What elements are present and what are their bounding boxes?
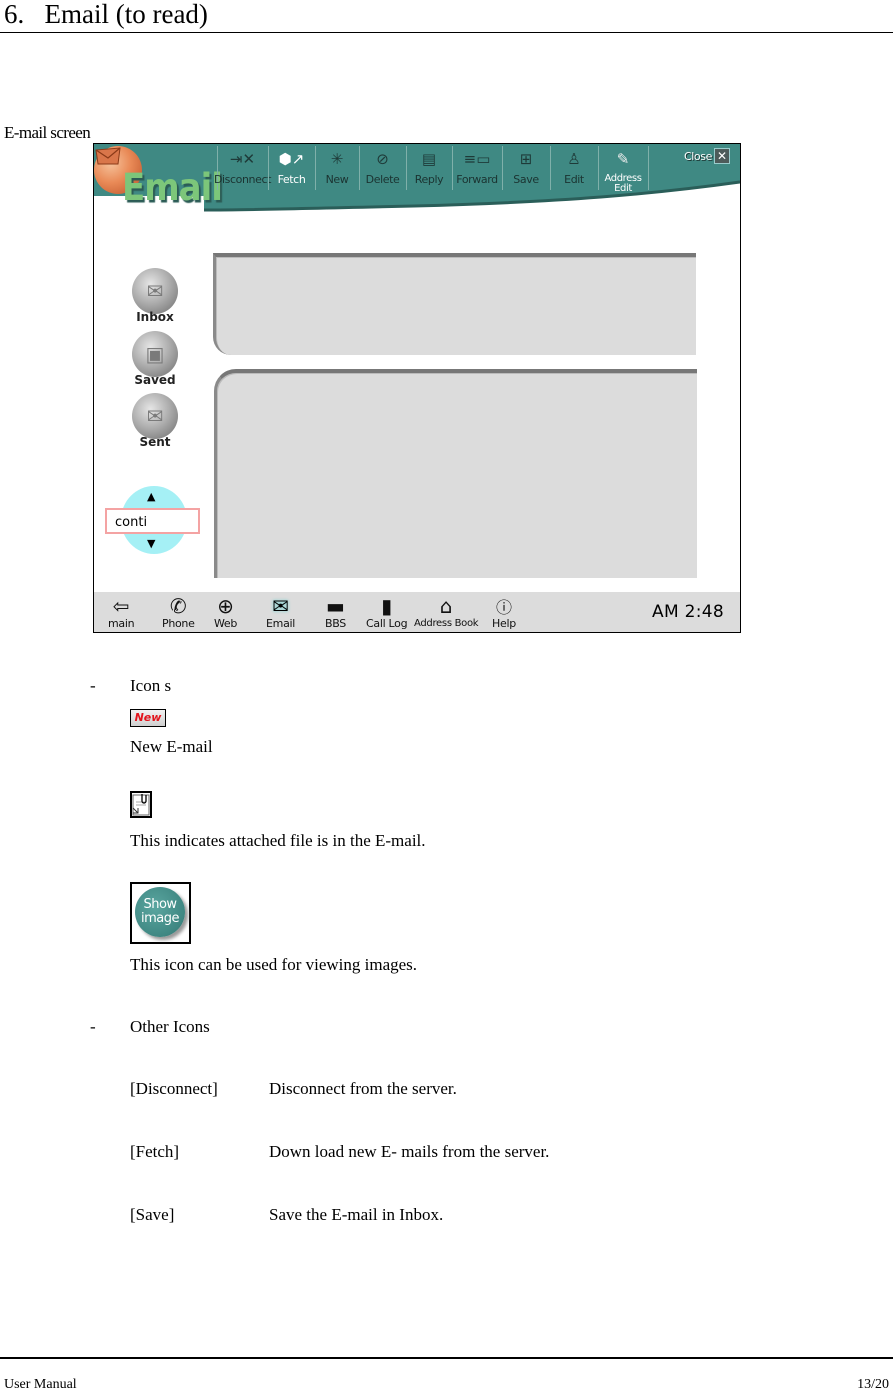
icon-name-disconnect: [Disconnect] — [130, 1079, 218, 1098]
nav-bbs-button[interactable]: ▬ BBS — [325, 594, 346, 630]
show-image-description: This icon can be used for viewing images… — [130, 955, 418, 974]
folder-sent-button[interactable]: ✉ Sent — [130, 393, 180, 449]
address-book-icon: ⌂ — [439, 594, 453, 618]
toolbar-forward-button[interactable]: ≡▭ Forward — [452, 144, 502, 194]
toolbar-reply-button[interactable]: ▤ Reply — [406, 144, 452, 194]
save-icon: ⊞ — [519, 150, 533, 168]
new-email-description: New E-mail — [130, 737, 213, 756]
app-logo-title: Email — [122, 166, 223, 210]
back-arrow-icon: ⇦ — [112, 594, 130, 618]
email-app-screenshot: Email ⇥✕ Disconnect ⬢↗ Fetch ✳ New ⊘ Del… — [93, 143, 741, 633]
floppy-disk-icon: ▣ — [132, 331, 178, 377]
toolbar-address-edit-button[interactable]: ✎ Address Edit — [598, 144, 648, 194]
new-email-badge-icon: New — [130, 709, 166, 727]
globe-icon: ⊕ — [217, 594, 234, 618]
spinner-value-field[interactable]: conti — [105, 508, 200, 534]
disconnect-icon: ⇥✕ — [229, 150, 256, 168]
icon-desc-disconnect: Disconnect from the server. — [269, 1079, 457, 1098]
inbox-icon: ✉ — [132, 268, 178, 314]
toolbar-delete-button[interactable]: ⊘ Delete — [359, 144, 406, 194]
icon-desc-save: Save the E-mail in Inbox. — [269, 1205, 444, 1224]
clock-display: AM 2:48 — [652, 602, 724, 622]
icons-section-title: Icon s — [130, 676, 172, 695]
address-edit-icon: ✎ — [616, 150, 630, 168]
icon-name-fetch: [Fetch] — [130, 1142, 180, 1161]
heading-divider — [0, 32, 893, 33]
toolbar-save-button[interactable]: ⊞ Save — [502, 144, 550, 194]
figure-caption: E-mail screen — [4, 123, 91, 142]
show-image-icon: Show image — [130, 882, 191, 944]
section-heading: 6. Email (to read) — [4, 0, 208, 29]
new-mail-icon: ✳ — [330, 150, 344, 168]
icon-name-save: [Save] — [130, 1205, 175, 1224]
fetch-icon: ⬢↗ — [278, 150, 305, 168]
toolbar-fetch-button[interactable]: ⬢↗ Fetch — [268, 144, 315, 194]
footer-page-number: 13/20 — [857, 1377, 889, 1392]
folder-inbox-button[interactable]: ✉ Inbox — [130, 268, 180, 324]
nav-call-log-button[interactable]: ▮ Call Log — [366, 594, 408, 630]
nav-web-button[interactable]: ⊕ Web — [214, 594, 237, 630]
attachment-icon — [130, 791, 152, 818]
attachment-description: This indicates attached file is in the E… — [130, 831, 426, 850]
footer-divider — [0, 1357, 893, 1359]
delete-icon: ⊘ — [376, 150, 389, 168]
scroll-up-arrow-icon[interactable]: ▲ — [147, 490, 155, 503]
bullet-marker: - — [90, 1017, 96, 1036]
call-log-icon: ▮ — [381, 594, 393, 618]
footer-document-title: User Manual — [4, 1377, 77, 1392]
close-button[interactable]: Close ✕ — [684, 148, 730, 164]
message-list-panel[interactable] — [213, 253, 696, 355]
toolbar-divider — [648, 146, 649, 190]
bottom-navigation-bar: ⇦ main ✆ Phone ⊕ Web ✉ Email ▬ BBS ▮ Cal… — [94, 592, 740, 632]
icon-desc-fetch: Down load new E- mails from the server. — [269, 1142, 550, 1161]
toolbar-edit-button[interactable]: ♙ Edit — [550, 144, 598, 194]
nav-help-button[interactable]: ⓘ Help — [492, 594, 516, 630]
nav-address-book-button[interactable]: ⌂ Address Book — [414, 594, 479, 630]
top-toolbar: Email ⇥✕ Disconnect ⬢↗ Fetch ✳ New ⊘ Del… — [94, 144, 740, 214]
close-icon: ✕ — [713, 148, 730, 164]
forward-icon: ≡▭ — [463, 150, 491, 168]
scroll-down-arrow-icon[interactable]: ▼ — [147, 537, 155, 550]
email-icon: ✉ — [272, 594, 289, 618]
help-icon: ⓘ — [495, 598, 512, 617]
nav-phone-button[interactable]: ✆ Phone — [162, 594, 195, 630]
phone-icon: ✆ — [169, 594, 187, 618]
message-body-panel[interactable] — [214, 369, 697, 578]
toolbar-new-button[interactable]: ✳ New — [315, 144, 359, 194]
computer-icon: ▬ — [326, 594, 345, 618]
other-icons-title: Other Icons — [130, 1017, 210, 1036]
folder-saved-button[interactable]: ▣ Saved — [130, 331, 180, 387]
reply-icon: ▤ — [421, 150, 437, 168]
bullet-marker: - — [90, 676, 96, 695]
sent-mail-icon: ✉ — [132, 393, 178, 439]
toolbar-disconnect-button[interactable]: ⇥✕ Disconnect — [214, 144, 272, 194]
nav-main-button[interactable]: ⇦ main — [108, 594, 135, 630]
edit-icon: ♙ — [567, 150, 581, 168]
nav-email-button[interactable]: ✉ Email — [266, 594, 295, 630]
